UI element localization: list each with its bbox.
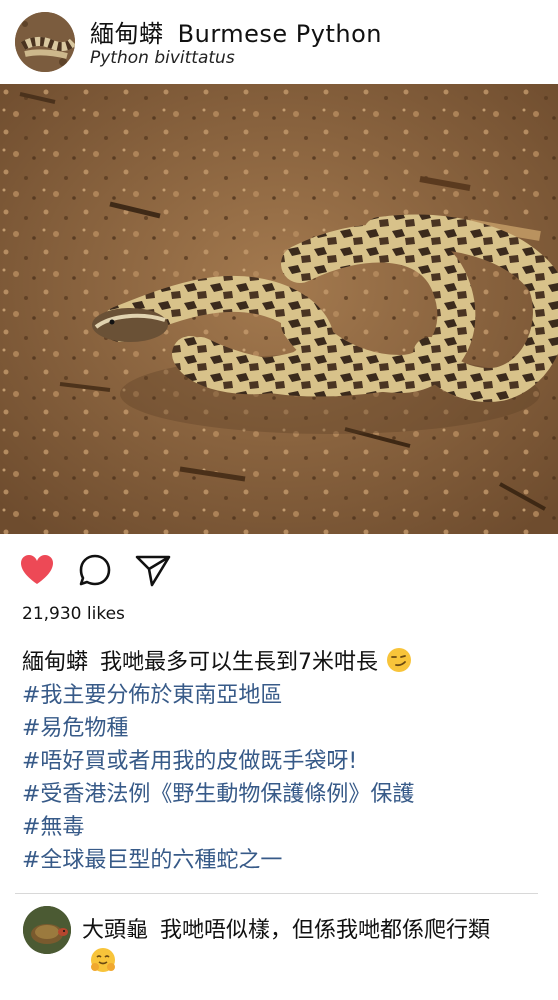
- divider: [15, 893, 538, 894]
- scientific-name: Python bivittatus: [90, 48, 235, 68]
- post-caption: 緬甸蟒 我哋最多可以生長到7米咁長 #我主要分佈於東南亞地區 #易危物種 #唔好買…: [22, 646, 542, 877]
- comment-icon: [79, 554, 111, 586]
- caption-username[interactable]: 緬甸蟒: [22, 650, 88, 675]
- hashtag-link[interactable]: #唔好買或者用我的皮做既手袋呀!: [22, 745, 542, 778]
- hashtag-link[interactable]: #我主要分佈於東南亞地區: [22, 679, 542, 712]
- action-bar: [0, 548, 558, 592]
- share-button[interactable]: [134, 552, 172, 588]
- hashtag-link[interactable]: #受香港法例《野生動物保護條例》保護: [22, 778, 542, 811]
- heart-icon: [21, 555, 53, 584]
- python-photo: [0, 84, 558, 534]
- post-header: 緬甸蟒 Burmese Python Python bivittatus: [0, 0, 558, 84]
- hashtag-link[interactable]: #全球最巨型的六種蛇之一: [22, 844, 542, 877]
- username: 緬甸蟒: [90, 20, 164, 48]
- profile-avatar[interactable]: [15, 12, 75, 72]
- likes-count[interactable]: 21,930 likes: [22, 604, 125, 624]
- snake-avatar-icon: [15, 12, 75, 72]
- hugging-emoji-icon: [91, 948, 115, 972]
- hashtag-link[interactable]: #無毒: [22, 811, 542, 844]
- post-photo[interactable]: [0, 84, 558, 534]
- send-icon: [135, 555, 171, 587]
- hashtag-link[interactable]: #易危物種: [22, 712, 542, 745]
- comment-body: 大頭龜 我哋唔似樣，但係我哋都係爬行類: [82, 915, 522, 979]
- commenter-avatar[interactable]: [23, 906, 71, 954]
- profile-name[interactable]: 緬甸蟒 Burmese Python: [90, 14, 382, 49]
- smirk-emoji-icon: [387, 648, 412, 672]
- comment-text: 我哋唔似樣，但係我哋都係爬行類: [160, 918, 491, 943]
- comment-item: 大頭龜 我哋唔似樣，但係我哋都係爬行類: [0, 900, 558, 1000]
- like-button[interactable]: [18, 552, 56, 588]
- comment-username[interactable]: 大頭龜: [82, 918, 148, 943]
- caption-first-line: 緬甸蟒 我哋最多可以生長到7米咁長: [22, 646, 542, 679]
- caption-text: 我哋最多可以生長到7米咁長: [100, 650, 379, 675]
- display-name: Burmese Python: [177, 20, 382, 48]
- turtle-avatar-icon: [23, 906, 71, 954]
- comment-button[interactable]: [76, 552, 114, 588]
